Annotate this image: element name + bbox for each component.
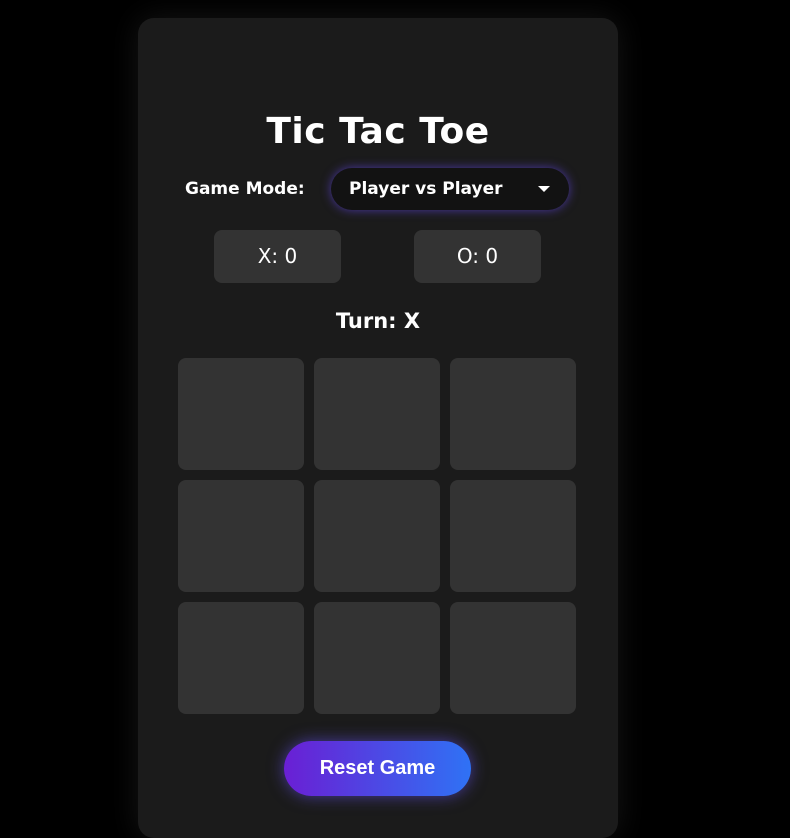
game-mode-value: Player vs Player [349, 179, 503, 199]
chevron-down-icon [538, 186, 550, 192]
turn-indicator: Turn: X [335, 309, 421, 333]
board-cell-7[interactable] [178, 602, 304, 714]
score-o: O: 0 [414, 230, 541, 283]
page-title: Tic Tac Toe [266, 111, 490, 152]
board-cell-9[interactable] [450, 602, 576, 714]
board-cell-2[interactable] [314, 358, 440, 470]
game-board [178, 358, 577, 716]
game-card: Tic Tac Toe Game Mode: Player vs Player … [138, 18, 618, 838]
game-mode-label: Game Mode: [185, 179, 305, 199]
board-cell-4[interactable] [178, 480, 304, 592]
board-cell-6[interactable] [450, 480, 576, 592]
score-x: X: 0 [214, 230, 341, 283]
board-cell-5[interactable] [314, 480, 440, 592]
board-cell-3[interactable] [450, 358, 576, 470]
board-cell-1[interactable] [178, 358, 304, 470]
game-mode-select[interactable]: Player vs Player [331, 168, 569, 210]
board-cell-8[interactable] [314, 602, 440, 714]
reset-game-button[interactable]: Reset Game [284, 741, 471, 796]
